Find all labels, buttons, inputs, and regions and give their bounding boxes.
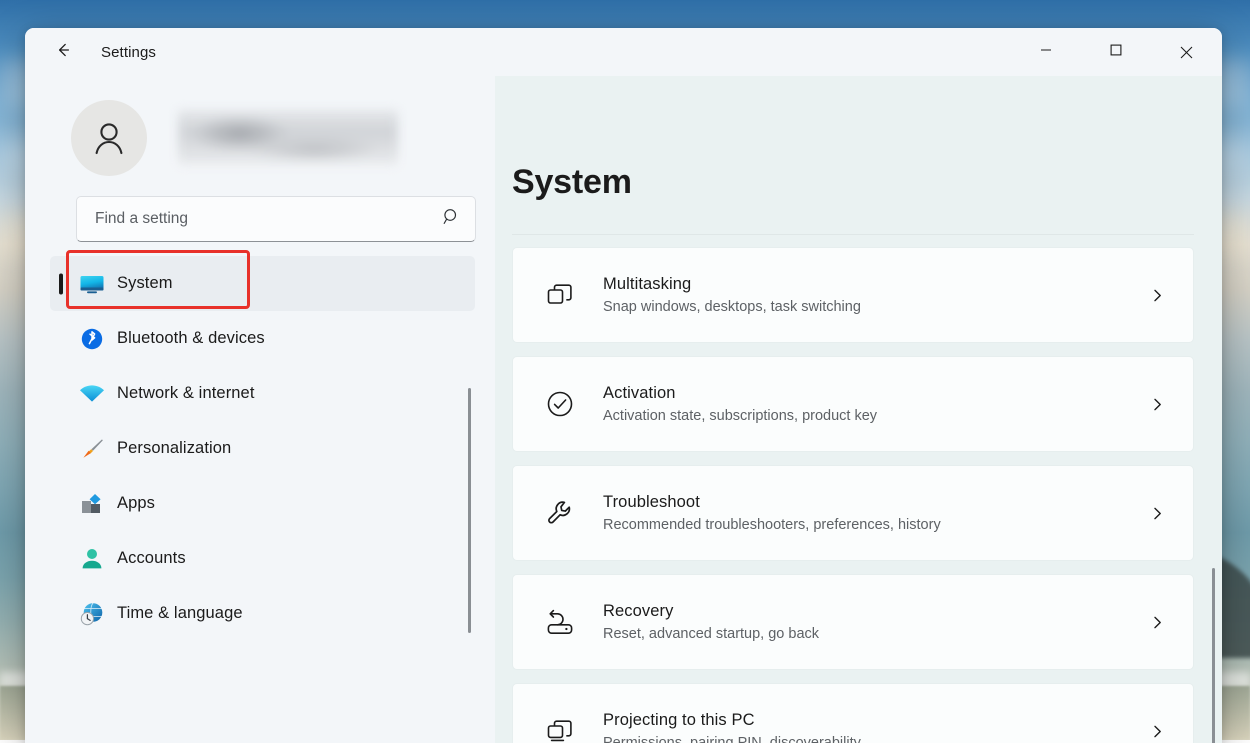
sidebar-nav: System Bluetooth & devices bbox=[50, 256, 495, 641]
minimize-icon bbox=[1040, 43, 1052, 61]
sidebar-item-bluetooth-devices[interactable]: Bluetooth & devices bbox=[50, 311, 475, 366]
search-box[interactable] bbox=[76, 196, 476, 242]
sidebar-item-network-internet[interactable]: Network & internet bbox=[50, 366, 475, 421]
sidebar-item-system[interactable]: System bbox=[50, 256, 475, 311]
card-title: Multitasking bbox=[603, 273, 1149, 295]
card-text: Activation Activation state, subscriptio… bbox=[603, 382, 1149, 427]
settings-window: Settings bbox=[25, 28, 1222, 743]
page-title: System bbox=[512, 163, 1202, 202]
search-input[interactable] bbox=[95, 210, 442, 228]
back-button[interactable] bbox=[45, 34, 81, 70]
card-text: Multitasking Snap windows, desktops, tas… bbox=[603, 273, 1149, 318]
window-body: System Bluetooth & devices bbox=[25, 76, 1222, 743]
card-text: Recovery Reset, advanced startup, go bac… bbox=[603, 600, 1149, 645]
search-icon[interactable] bbox=[442, 207, 461, 231]
projecting-screens-icon bbox=[543, 714, 577, 743]
sidebar-item-label: Network & internet bbox=[117, 384, 255, 403]
chevron-right-icon[interactable] bbox=[1149, 614, 1166, 631]
sidebar-item-time-language[interactable]: Time & language bbox=[50, 586, 475, 641]
card-title: Projecting to this PC bbox=[603, 709, 1149, 731]
recovery-drive-icon bbox=[543, 605, 577, 639]
close-button[interactable] bbox=[1163, 28, 1209, 76]
sidebar-item-label: System bbox=[117, 274, 173, 293]
back-arrow-icon bbox=[53, 40, 73, 65]
close-icon bbox=[1180, 46, 1193, 59]
sidebar: System Bluetooth & devices bbox=[25, 76, 495, 743]
clock-globe-icon bbox=[77, 601, 107, 627]
avatar bbox=[71, 100, 147, 176]
card-title: Troubleshoot bbox=[603, 491, 1149, 513]
settings-card-recovery[interactable]: Recovery Reset, advanced startup, go bac… bbox=[512, 574, 1194, 670]
sidebar-item-label: Bluetooth & devices bbox=[117, 329, 265, 348]
title-bar: Settings bbox=[25, 28, 1222, 76]
chevron-right-icon[interactable] bbox=[1149, 505, 1166, 522]
check-circle-icon bbox=[543, 387, 577, 421]
card-title: Activation bbox=[603, 382, 1149, 404]
chevron-right-icon[interactable] bbox=[1149, 287, 1166, 304]
selection-indicator bbox=[59, 273, 63, 294]
paintbrush-icon bbox=[77, 436, 107, 462]
sidebar-scrollbar[interactable] bbox=[468, 388, 471, 633]
settings-card-troubleshoot[interactable]: Troubleshoot Recommended troubleshooters… bbox=[512, 465, 1194, 561]
chevron-right-icon[interactable] bbox=[1149, 723, 1166, 740]
sidebar-item-label: Time & language bbox=[117, 604, 243, 623]
content-divider bbox=[512, 234, 1194, 235]
app-title: Settings bbox=[101, 44, 156, 61]
settings-card-multitasking[interactable]: Multitasking Snap windows, desktops, tas… bbox=[512, 247, 1194, 343]
sidebar-item-label: Apps bbox=[117, 494, 155, 513]
user-name-redacted bbox=[178, 110, 398, 166]
card-text: Troubleshoot Recommended troubleshooters… bbox=[603, 491, 1149, 536]
settings-card-projecting-to-this-pc[interactable]: Projecting to this PC Permissions, pairi… bbox=[512, 683, 1194, 743]
wrench-icon bbox=[543, 496, 577, 530]
card-title: Recovery bbox=[603, 600, 1149, 622]
card-subtitle: Recommended troubleshooters, preferences… bbox=[603, 516, 1149, 536]
bluetooth-icon bbox=[77, 326, 107, 352]
main-scrollbar[interactable] bbox=[1212, 568, 1215, 743]
sidebar-item-accounts[interactable]: Accounts bbox=[50, 531, 475, 586]
multitasking-windows-icon bbox=[543, 278, 577, 312]
sidebar-item-label: Accounts bbox=[117, 549, 186, 568]
card-subtitle: Reset, advanced startup, go back bbox=[603, 625, 1149, 645]
wifi-icon bbox=[77, 381, 107, 407]
card-subtitle: Activation state, subscriptions, product… bbox=[603, 407, 1149, 427]
chevron-right-icon[interactable] bbox=[1149, 396, 1166, 413]
card-subtitle: Permissions, pairing PIN, discoverabilit… bbox=[603, 734, 1149, 743]
person-avatar-icon bbox=[87, 116, 131, 160]
settings-card-activation[interactable]: Activation Activation state, subscriptio… bbox=[512, 356, 1194, 452]
maximize-icon bbox=[1110, 43, 1122, 61]
card-text: Projecting to this PC Permissions, pairi… bbox=[603, 709, 1149, 743]
maximize-button[interactable] bbox=[1093, 28, 1139, 76]
accounts-icon bbox=[77, 546, 107, 572]
settings-card-list: Multitasking Snap windows, desktops, tas… bbox=[512, 247, 1202, 743]
account-header[interactable] bbox=[50, 90, 495, 186]
window-controls bbox=[1023, 28, 1222, 76]
card-subtitle: Snap windows, desktops, task switching bbox=[603, 298, 1149, 318]
apps-icon bbox=[77, 491, 107, 517]
monitor-icon bbox=[77, 271, 107, 297]
minimize-button[interactable] bbox=[1023, 28, 1069, 76]
sidebar-item-apps[interactable]: Apps bbox=[50, 476, 475, 531]
sidebar-item-label: Personalization bbox=[117, 439, 231, 458]
main-content: System Multitasking Snap wi bbox=[495, 76, 1222, 743]
sidebar-item-personalization[interactable]: Personalization bbox=[50, 421, 475, 476]
